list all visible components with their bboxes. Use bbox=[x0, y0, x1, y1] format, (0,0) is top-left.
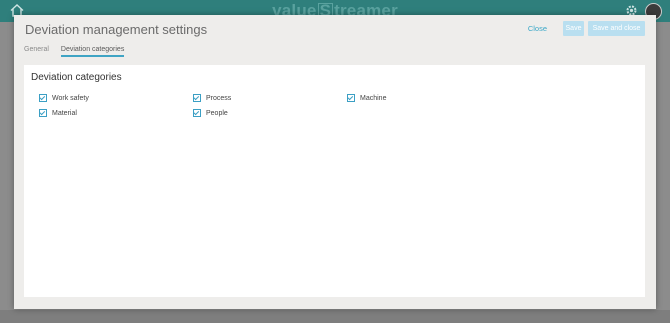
category-label: Process bbox=[206, 94, 232, 102]
tab-general[interactable]: General bbox=[24, 46, 49, 57]
category-label: Work safety bbox=[52, 94, 89, 102]
category-label: Material bbox=[52, 109, 77, 117]
categories-panel: Deviation categories Work safety Process… bbox=[24, 65, 645, 297]
category-machine[interactable]: Machine bbox=[347, 94, 386, 102]
category-work-safety[interactable]: Work safety bbox=[39, 94, 89, 102]
checkbox-checked-icon[interactable] bbox=[193, 94, 201, 102]
checkbox-checked-icon[interactable] bbox=[39, 109, 47, 117]
checkbox-checked-icon[interactable] bbox=[193, 109, 201, 117]
category-material[interactable]: Material bbox=[39, 109, 77, 117]
category-label: People bbox=[206, 109, 228, 117]
background-footer bbox=[0, 310, 670, 323]
category-people[interactable]: People bbox=[193, 109, 228, 117]
section-title: Deviation categories bbox=[31, 72, 122, 83]
modal-actions: Close Save Save and close bbox=[528, 21, 645, 36]
save-button[interactable]: Save bbox=[563, 21, 584, 36]
category-process[interactable]: Process bbox=[193, 94, 231, 102]
checkbox-checked-icon[interactable] bbox=[39, 94, 47, 102]
category-label: Machine bbox=[360, 94, 387, 102]
save-and-close-button[interactable]: Save and close bbox=[588, 21, 645, 36]
close-button[interactable]: Close bbox=[528, 24, 547, 33]
checkbox-checked-icon[interactable] bbox=[347, 94, 355, 102]
tab-bar: General Deviation categories bbox=[24, 46, 136, 57]
settings-modal: Deviation management settings Close Save… bbox=[14, 15, 656, 309]
modal-title: Deviation management settings bbox=[25, 22, 208, 37]
tab-deviation-categories[interactable]: Deviation categories bbox=[60, 46, 125, 57]
